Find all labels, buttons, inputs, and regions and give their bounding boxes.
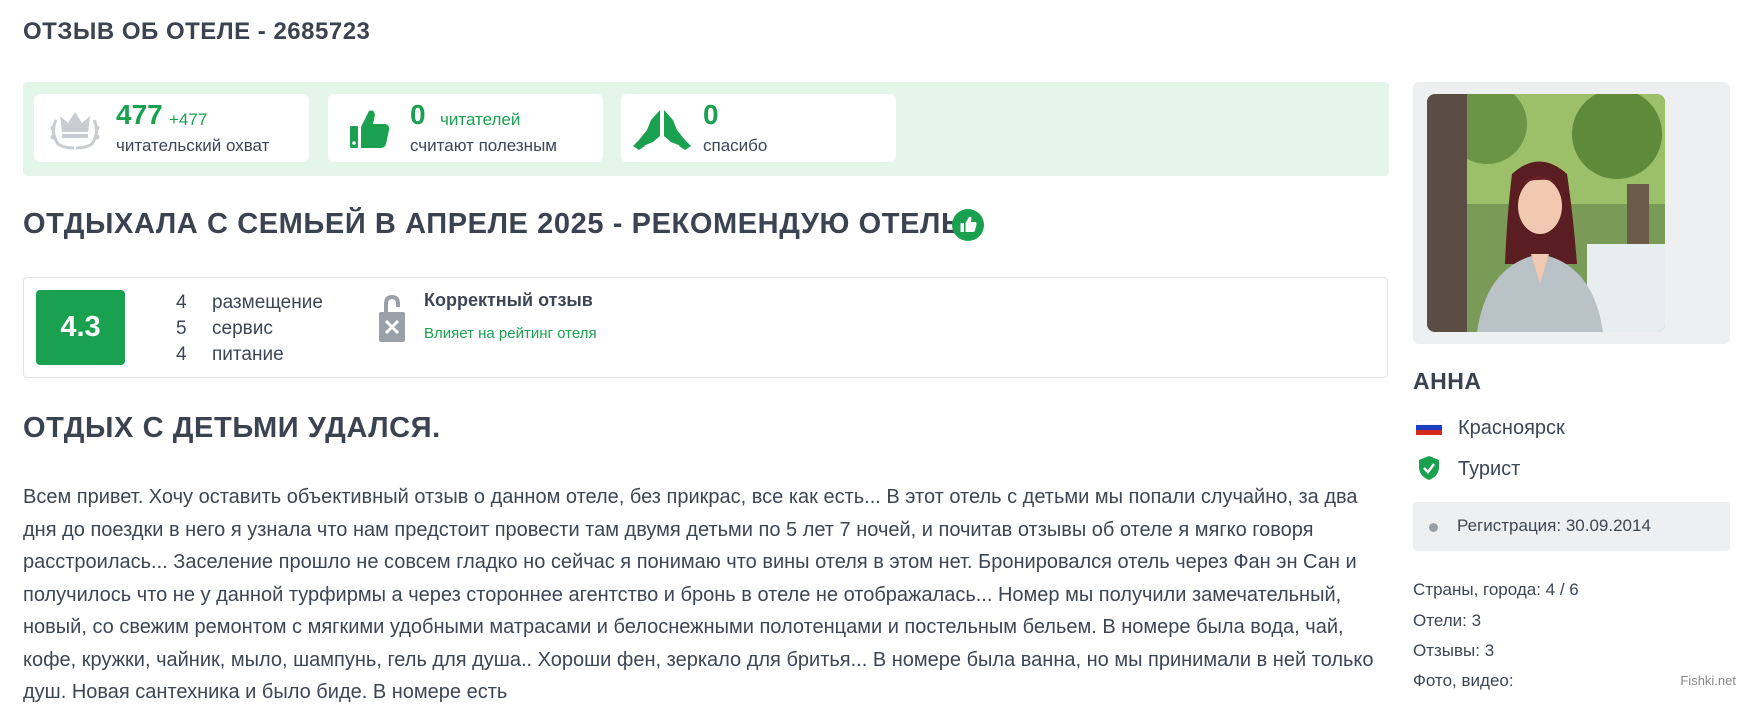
reach-value: 477 — [116, 99, 163, 130]
review-title: ОТДЫХАЛА С СЕМЬЕЙ В АПРЕЛЕ 2025 - РЕКОМЕ… — [23, 208, 963, 240]
thumbs-up-icon — [960, 216, 977, 232]
crown-laurel-icon — [50, 112, 100, 150]
correct-review-subtitle: Влияет на рейтинг отеля — [424, 325, 597, 342]
criterion-service: 5 сервис — [176, 318, 273, 340]
meta-countries: Страны, города: 4 / 6 — [1413, 580, 1579, 599]
registration-box: Регистрация: 30.09.2014 — [1413, 502, 1730, 551]
criterion-value: 4 — [176, 292, 187, 313]
watermark: Fishki.net — [1680, 673, 1736, 688]
reach-label: читательский охват — [116, 136, 270, 155]
correct-review-title: Корректный отзыв — [424, 290, 593, 310]
criterion-label: сервис — [212, 318, 273, 339]
criterion-label: размещение — [212, 292, 323, 313]
review-body: Всем привет. Хочу оставить объективный о… — [23, 486, 1374, 703]
page-title: ОТЗЫВ ОБ ОТЕЛЕ - 2685723 — [23, 18, 371, 45]
criterion-value: 5 — [176, 318, 187, 339]
criterion-value: 4 — [176, 344, 187, 365]
praying-hands-icon — [633, 110, 691, 150]
dot-icon — [1429, 523, 1438, 532]
overall-score: 4.3 — [36, 290, 125, 365]
author-city: Красноярск — [1458, 417, 1565, 439]
shield-check-icon — [1419, 456, 1439, 480]
rating-box: 4.3 4 размещение 5 сервис 4 питание Коррект… — [23, 277, 1388, 378]
avatar[interactable] — [1427, 94, 1665, 332]
author-photo — [1427, 94, 1665, 332]
meta-hotels: Отели: 3 — [1413, 611, 1482, 630]
useful-value: 0 — [410, 99, 426, 130]
author-name[interactable]: АННА — [1413, 368, 1481, 395]
thanks-value: 0 — [703, 99, 719, 130]
reach-delta: +477 — [169, 110, 208, 129]
criterion-label: питание — [212, 344, 284, 365]
door-hanger-icon — [379, 294, 405, 342]
criterion-accommodation: 4 размещение — [176, 292, 323, 314]
useful-unit: читателей — [440, 110, 521, 129]
recommend-badge — [952, 209, 984, 241]
registration-date: Регистрация: 30.09.2014 — [1457, 516, 1651, 535]
reach-stat-card: 477 +477 читательский охват — [34, 94, 309, 162]
useful-label: считают полезным — [410, 136, 557, 155]
author-avatar-frame — [1413, 82, 1730, 344]
review-stats-bar: 477 +477 читательский охват 0 читателей … — [23, 82, 1389, 176]
thanks-label: спасибо — [703, 136, 768, 155]
thumbs-up-icon — [350, 110, 390, 148]
criterion-food: 4 питание — [176, 344, 284, 366]
useful-stat-card[interactable]: 0 читателей считают полезным — [328, 94, 603, 162]
thanks-stat-card[interactable]: 0 спасибо — [621, 94, 896, 162]
russia-flag-icon — [1416, 420, 1442, 435]
meta-reviews: Отзывы: 3 — [1413, 641, 1495, 660]
author-status: Турист — [1458, 458, 1521, 480]
review-subheading: ОТДЫХ С ДЕТЬМИ УДАЛСЯ. — [23, 412, 441, 444]
meta-photos: Фото, видео: — [1413, 671, 1514, 690]
